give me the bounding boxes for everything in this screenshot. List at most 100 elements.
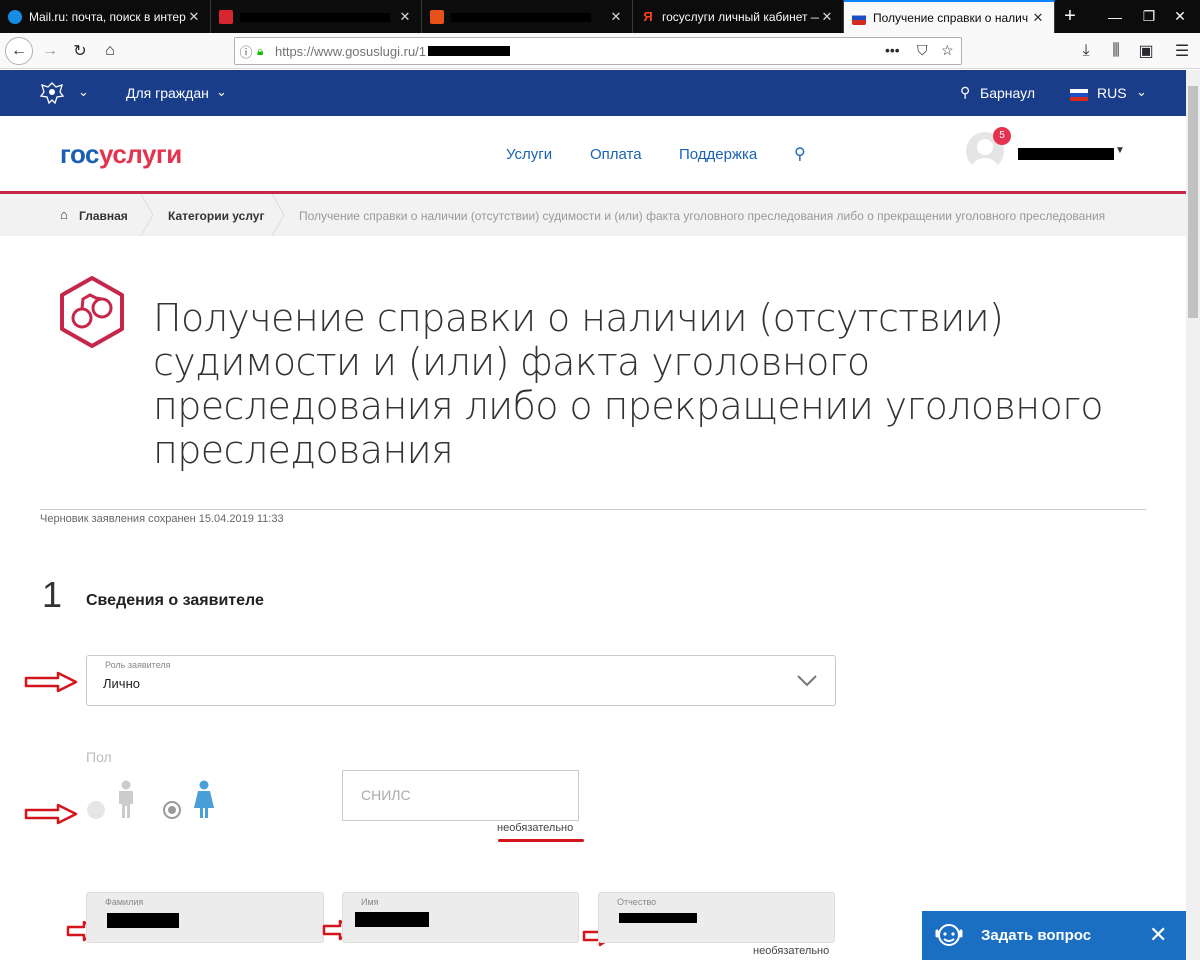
breadcrumb: ⌂ Главная Категории услуг Получение спра…: [0, 194, 1186, 236]
caret-down-icon[interactable]: ▼: [1115, 145, 1125, 156]
breadcrumb-home[interactable]: Главная: [79, 209, 128, 223]
coat-of-arms-icon[interactable]: [38, 80, 66, 106]
gender-label: Пол: [86, 749, 112, 765]
field-label: Фамилия: [105, 897, 144, 907]
optional-note: необязательно: [497, 822, 574, 834]
page-actions-icon[interactable]: •••: [885, 42, 900, 58]
close-icon[interactable]: ✕: [1149, 922, 1167, 948]
chevron-down-icon[interactable]: ⌄: [1136, 84, 1147, 100]
tab-redacted-1[interactable]: ✕: [211, 0, 422, 33]
gosuslugi-logo[interactable]: госуслуги: [60, 139, 182, 170]
patronymic-input[interactable]: Отчество: [598, 892, 835, 943]
snils-placeholder: СНИЛС: [361, 787, 411, 803]
library-icon[interactable]: ⫼: [1102, 37, 1130, 65]
back-arrow-icon[interactable]: ←: [5, 37, 33, 65]
chevron-down-icon[interactable]: ⌄: [216, 84, 227, 100]
browser-tabstrip: Mail.ru: почта, поиск в интерне ✕ ✕ ✕ Я …: [0, 0, 1200, 33]
ask-question-widget[interactable]: Задать вопрос ✕: [922, 911, 1186, 960]
field-label: Отчество: [617, 897, 657, 907]
draft-saved-status: Черновик заявления сохранен 15.04.2019 1…: [40, 513, 284, 525]
annotation-arrow-icon: [24, 671, 78, 693]
nav-payment[interactable]: Оплата: [590, 146, 642, 163]
nav-support[interactable]: Поддержка: [679, 146, 757, 163]
gender-female-radio[interactable]: [163, 801, 181, 819]
menu-hamburger-icon[interactable]: ☰: [1168, 37, 1196, 65]
first-name-input[interactable]: Имя: [342, 892, 579, 943]
citizens-menu[interactable]: Для граждан: [126, 85, 209, 101]
url-bar[interactable]: ⓘ 🔒︎ https://www.gosuslugi.ru/1 ••• ⛉ ☆: [234, 37, 962, 65]
tab-title-redacted: [451, 10, 608, 24]
url-redacted: [428, 46, 511, 56]
field-value: Лично: [103, 676, 140, 691]
close-tab-icon[interactable]: ✕: [819, 9, 835, 25]
patronymic-value-redacted: [619, 913, 697, 923]
close-tab-icon[interactable]: ✕: [608, 9, 624, 25]
language-selector[interactable]: RUS: [1097, 85, 1127, 101]
ask-question-label: Задать вопрос: [981, 927, 1092, 944]
tab-title: госуслуги личный кабинет —: [662, 9, 819, 24]
scrollbar-thumb[interactable]: [1188, 86, 1198, 318]
annotation-underline: [498, 839, 584, 842]
site-info-icon[interactable]: ⓘ: [235, 42, 257, 61]
username-redacted[interactable]: [1018, 148, 1114, 160]
tab-title: Mail.ru: почта, поиск в интерне: [29, 9, 186, 24]
pocket-icon[interactable]: ⛉: [917, 42, 928, 59]
last-name-input[interactable]: Фамилия: [86, 892, 324, 943]
first-name-value-redacted: [355, 912, 429, 927]
applicant-role-select[interactable]: Роль заявителя Лично: [86, 655, 836, 706]
page-scrollbar[interactable]: [1186, 70, 1200, 960]
search-icon[interactable]: ⚲: [794, 144, 806, 164]
chevron-down-icon: [797, 675, 817, 687]
tab-yandex[interactable]: Я госуслуги личный кабинет — ✕: [633, 0, 844, 33]
tab-title-redacted: [240, 10, 397, 24]
mailru-favicon-icon: [8, 9, 22, 24]
support-agent-icon: [935, 924, 963, 946]
padlock-icon: 🔒︎: [257, 43, 264, 58]
close-tab-icon[interactable]: ✕: [1030, 10, 1046, 26]
step-title: Сведения о заявителе: [86, 592, 264, 609]
reload-icon[interactable]: ↻: [66, 37, 94, 65]
new-tab-button[interactable]: +: [1055, 0, 1085, 33]
home-icon[interactable]: ⌂: [96, 37, 124, 65]
tab-redacted-2[interactable]: ✕: [422, 0, 633, 33]
tab-mailru[interactable]: Mail.ru: почта, поиск в интерне ✕: [0, 0, 211, 33]
male-figure-icon[interactable]: [115, 780, 137, 820]
breadcrumb-separator-icon: [271, 194, 285, 236]
field-label: Роль заявителя: [105, 660, 171, 670]
snils-input[interactable]: СНИЛС: [342, 770, 579, 821]
downloads-icon[interactable]: ⤓: [1072, 37, 1100, 65]
female-figure-icon[interactable]: [191, 780, 217, 820]
breadcrumb-separator-icon: [140, 194, 154, 236]
close-tab-icon[interactable]: ✕: [186, 9, 202, 25]
sidebar-icon[interactable]: ▣: [1132, 37, 1160, 65]
url-text: https://www.gosuslugi.ru/1: [275, 43, 427, 59]
home-icon[interactable]: ⌂: [60, 207, 68, 222]
tab-title: Получение справки о налич: [873, 10, 1029, 25]
city-selector[interactable]: Барнаул: [980, 85, 1035, 101]
site-header: госуслуги Услуги Оплата Поддержка ⚲ ▼: [0, 116, 1186, 194]
close-window-icon[interactable]: ✕: [1160, 0, 1200, 33]
tab-favicon-icon: [430, 9, 444, 24]
close-tab-icon[interactable]: ✕: [397, 9, 413, 25]
divider: [40, 509, 1146, 510]
browser-navbar: ← → ↻ ⌂ ⓘ 🔒︎ https://www.gosuslugi.ru/1 …: [0, 33, 1200, 69]
field-label: Имя: [361, 897, 379, 907]
bookmark-star-icon[interactable]: ☆: [941, 42, 954, 59]
breadcrumb-categories[interactable]: Категории услуг: [168, 209, 264, 223]
forward-arrow-icon[interactable]: →: [36, 37, 64, 65]
annotation-arrow-icon: [24, 803, 78, 825]
optional-note: необязательно: [753, 945, 830, 957]
location-pin-icon: ⚲: [960, 84, 971, 100]
last-name-value-redacted: [107, 913, 179, 928]
tab-favicon-icon: [219, 9, 233, 24]
yandex-favicon-icon: Я: [643, 8, 653, 24]
site-topbar: ⌄ Для граждан ⌄ ⚲ Барнаул RUS ⌄: [0, 70, 1186, 116]
nav-services[interactable]: Услуги: [506, 146, 552, 163]
chevron-down-icon[interactable]: ⌄: [78, 84, 89, 100]
notification-badge[interactable]: 5: [993, 127, 1011, 145]
page-title: Получение справки о наличии (отсутствии)…: [153, 296, 1103, 472]
russia-flag-favicon-icon: [852, 10, 866, 25]
tab-active-gosuslugi[interactable]: Получение справки о налич ✕: [844, 0, 1055, 33]
gender-male-radio[interactable]: [87, 801, 105, 819]
handcuffs-icon: [60, 276, 124, 348]
